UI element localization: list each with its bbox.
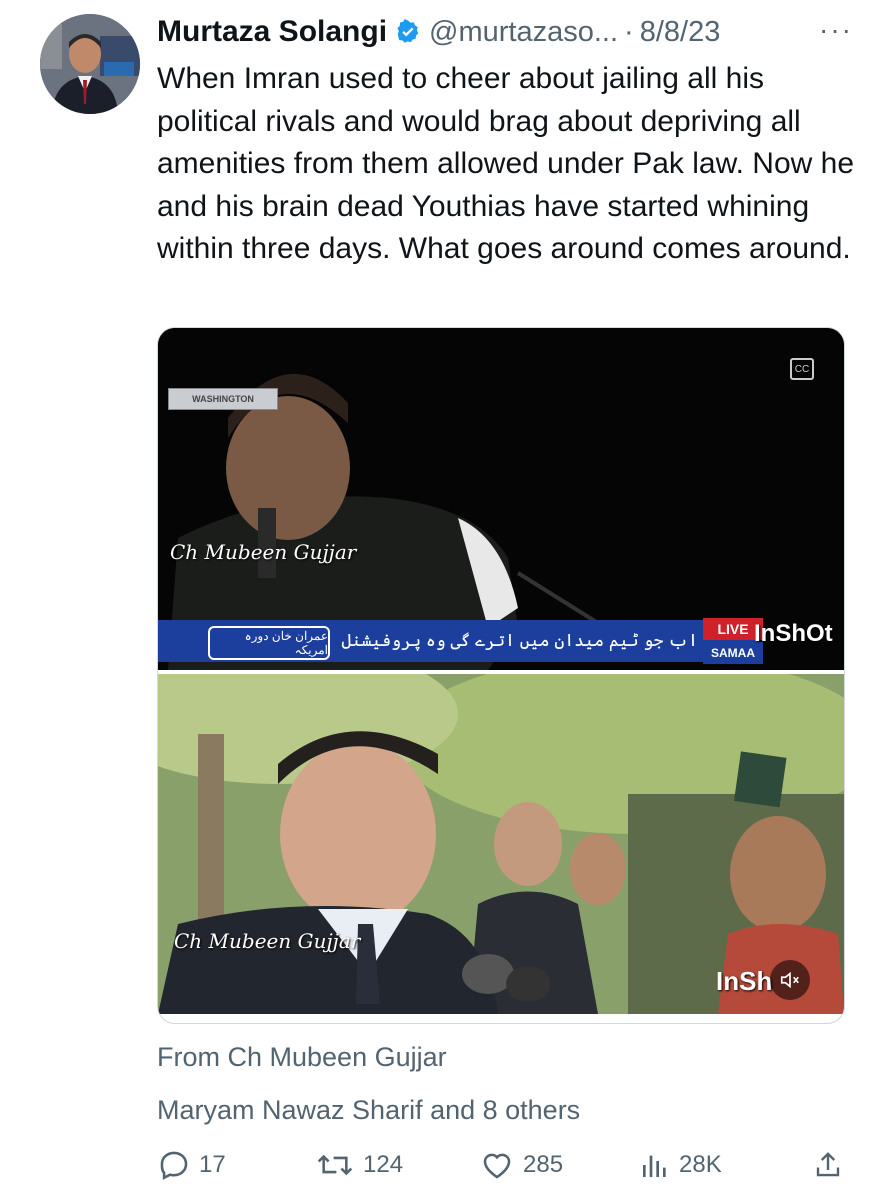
- retweet-icon: [317, 1154, 353, 1176]
- liked-by-summary[interactable]: Maryam Nawaz Sharif and 8 others: [157, 1095, 580, 1126]
- share-button[interactable]: [813, 1145, 851, 1185]
- bottom-watermark: Ch Mubeen Gujjar: [174, 929, 361, 953]
- video-frame-press[interactable]: Ch Mubeen Gujjar InSh: [158, 674, 844, 1014]
- press-scene-illustration: [158, 674, 844, 1014]
- heart-icon: [483, 1153, 511, 1179]
- ticker-badge: عمران خان دورہ امریکہ: [208, 626, 330, 660]
- share-icon: [816, 1152, 840, 1177]
- muted-speaker-icon[interactable]: [770, 960, 810, 1000]
- author-avatar[interactable]: [40, 14, 140, 114]
- more-options-icon[interactable]: ···: [819, 14, 853, 46]
- tweet-date[interactable]: 8/8/23: [640, 16, 721, 49]
- bottom-app-watermark: InSh: [716, 966, 773, 996]
- like-count: 285: [523, 1151, 564, 1178]
- like-button[interactable]: 285: [479, 1145, 563, 1185]
- views-chart-icon: [643, 1155, 666, 1177]
- news-ticker: عمران خان دورہ امریکہ اب جو ٹیم میدان می…: [158, 620, 758, 662]
- media-source-attribution[interactable]: From Ch Mubeen Gujjar: [157, 1042, 447, 1073]
- tweet-action-bar: 17 124 285 28K: [157, 1145, 843, 1185]
- top-watermark: Ch Mubeen Gujjar: [170, 540, 357, 564]
- retweet-count: 124: [363, 1151, 404, 1178]
- verified-badge-icon: [397, 19, 419, 43]
- avatar-image: [40, 14, 140, 114]
- tweet-header: Murtaza Solangi @murtazaso... · 8/8/23 ·…: [157, 10, 867, 54]
- ticker-text: اب جو ٹیم میدان میں اترے گی وہ پروفیشنل …: [338, 631, 698, 650]
- speaker-glyph: [780, 971, 799, 989]
- top-app-watermark: InShOt: [754, 620, 833, 647]
- author-name[interactable]: Murtaza Solangi: [157, 15, 387, 49]
- location-label: WASHINGTON: [168, 388, 278, 410]
- views-button[interactable]: 28K: [639, 1145, 722, 1185]
- author-handle[interactable]: @murtazaso...: [429, 16, 618, 49]
- views-count: 28K: [679, 1151, 722, 1178]
- retweet-button[interactable]: 124: [315, 1145, 403, 1185]
- closed-captions-icon[interactable]: CC: [790, 358, 814, 380]
- reply-button[interactable]: 17: [157, 1145, 226, 1185]
- tweet-media[interactable]: WASHINGTON CC Ch Mubeen Gujjar عمران خان…: [157, 327, 845, 1024]
- header-separator: ·: [624, 15, 634, 48]
- reply-icon: [160, 1151, 188, 1180]
- video-frame-speech[interactable]: WASHINGTON CC Ch Mubeen Gujjar عمران خان…: [158, 328, 844, 670]
- reply-count: 17: [199, 1151, 226, 1178]
- tweet-text: When Imran used to cheer about jailing a…: [157, 62, 855, 265]
